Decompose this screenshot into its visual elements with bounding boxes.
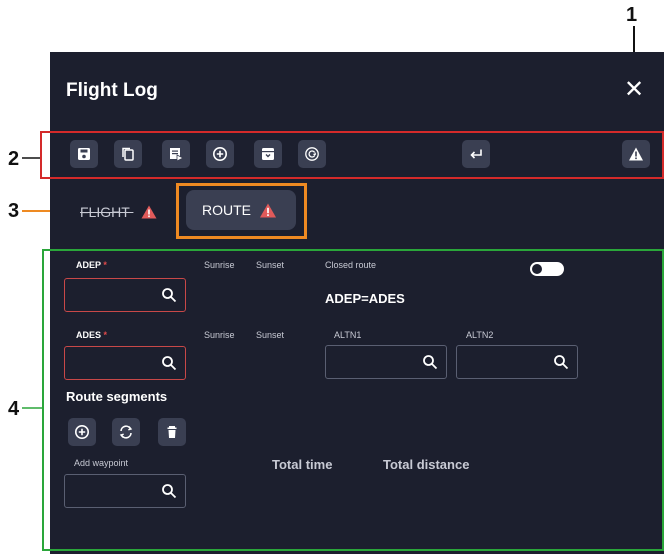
add-circle-icon bbox=[75, 425, 89, 439]
toolbar-highlight-box bbox=[40, 131, 664, 179]
reverse-route-button[interactable] bbox=[112, 418, 140, 446]
search-icon bbox=[554, 355, 569, 370]
search-icon bbox=[423, 355, 438, 370]
route-segments-heading: Route segments bbox=[66, 389, 168, 404]
ades-sunrise-label: Sunrise bbox=[204, 330, 235, 340]
adep-label: ADEP * bbox=[76, 260, 107, 270]
tab-route-label: ROUTE bbox=[202, 202, 251, 218]
adep-sunrise-label: Sunrise bbox=[204, 260, 235, 270]
adep-search-field[interactable] bbox=[64, 278, 186, 312]
close-icon[interactable]: ✕ bbox=[624, 78, 644, 102]
closed-route-toggle[interactable] bbox=[530, 262, 564, 276]
add-waypoint-field[interactable] bbox=[64, 474, 186, 508]
search-icon bbox=[162, 288, 177, 303]
reverse-route-icon bbox=[119, 425, 133, 439]
delete-segment-button[interactable] bbox=[158, 418, 186, 446]
add-segment-button[interactable] bbox=[68, 418, 96, 446]
ades-label: ADES * bbox=[76, 330, 108, 340]
search-icon bbox=[162, 356, 177, 371]
tab-flight-label: FLIGHT bbox=[80, 204, 130, 220]
ades-sunset-label: Sunset bbox=[256, 330, 285, 340]
tab-flight[interactable]: FLIGHT bbox=[80, 204, 157, 220]
altn1-label: ALTN1 bbox=[334, 330, 362, 340]
toggle-knob bbox=[532, 264, 542, 274]
ades-search-field[interactable] bbox=[64, 346, 186, 380]
warning-icon bbox=[141, 205, 157, 219]
altn1-search-field[interactable] bbox=[325, 345, 447, 379]
dialog-title: Flight Log bbox=[66, 80, 158, 101]
tab-route[interactable]: ROUTE bbox=[186, 190, 296, 230]
altn2-label: ALTN2 bbox=[466, 330, 494, 340]
closed-route-label: Closed route bbox=[325, 260, 377, 270]
trash-icon bbox=[167, 426, 177, 438]
total-distance-label: Total distance bbox=[383, 457, 470, 472]
adep-equals-ades-text: ADEP=ADES bbox=[325, 291, 405, 306]
total-time-label: Total time bbox=[272, 457, 333, 472]
search-icon bbox=[162, 484, 177, 499]
warning-icon bbox=[259, 203, 277, 217]
add-waypoint-label: Add waypoint bbox=[74, 458, 129, 468]
adep-sunset-label: Sunset bbox=[256, 260, 285, 270]
altn2-search-field[interactable] bbox=[456, 345, 578, 379]
